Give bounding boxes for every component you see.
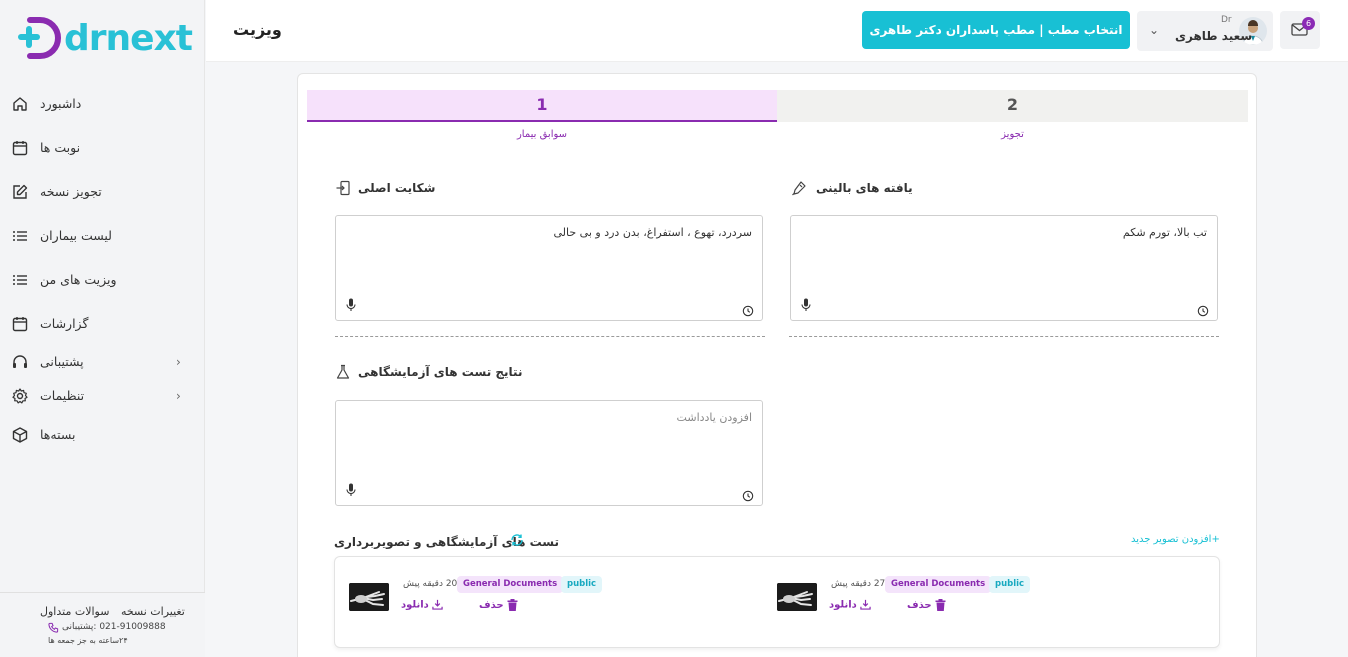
chief-complaint-field[interactable]: سردرد، تهوع ، استفراغ، بدن درد و بی حالی bbox=[335, 215, 763, 321]
history-icon[interactable] bbox=[742, 305, 754, 317]
trash-icon bbox=[507, 599, 518, 611]
section-divider bbox=[335, 336, 765, 337]
trash-icon bbox=[935, 599, 946, 611]
chevron-left-icon: ‹ bbox=[176, 355, 181, 369]
page-title: ویزیت bbox=[233, 20, 282, 39]
visit-card: 1 2 سوابق بیمار تجویز یافته های بالینی ت… bbox=[297, 73, 1257, 657]
support-hours: ۲۴ساعته به جز جمعه ها bbox=[48, 636, 128, 645]
step-tab-history[interactable]: 1 bbox=[307, 90, 777, 122]
sidebar-item-label: بسته‌ها bbox=[40, 427, 76, 442]
changelog-link[interactable]: تغییرات نسخه bbox=[121, 605, 185, 618]
download-icon bbox=[860, 599, 871, 610]
imaging-files-list: 20 دقیقه پیش General Documents public دا… bbox=[334, 556, 1220, 648]
microphone-icon[interactable] bbox=[346, 298, 356, 312]
step-label-prescription: تجویز bbox=[1001, 129, 1024, 140]
calendar-icon bbox=[12, 141, 28, 156]
sidebar-item-label: نوبت ها bbox=[40, 140, 81, 155]
stethoscope-icon bbox=[792, 181, 806, 196]
file-timestamp: 20 دقیقه پیش bbox=[403, 579, 458, 589]
sidebar-item-label: تجویز نسخه bbox=[40, 184, 102, 199]
history-icon[interactable] bbox=[1197, 305, 1209, 317]
xray-thumbnail[interactable] bbox=[349, 583, 389, 611]
user-menu[interactable]: Dr سعید طاهری ⌄ bbox=[1137, 11, 1273, 51]
file-visibility-badge: public bbox=[989, 576, 1031, 593]
logo-text: drnext bbox=[64, 18, 193, 59]
sidebar-item-reports[interactable]: گزارشات bbox=[0, 304, 205, 344]
history-icon[interactable] bbox=[742, 490, 754, 502]
step-tab-prescription[interactable]: 2 bbox=[777, 90, 1248, 122]
home-icon bbox=[13, 97, 27, 111]
clinical-findings-title: یافته های بالینی bbox=[816, 181, 913, 195]
delete-label: حذف bbox=[479, 600, 504, 611]
delete-button[interactable]: حذف bbox=[479, 599, 518, 611]
inbox-button[interactable]: 6 bbox=[1280, 11, 1320, 49]
phone-icon bbox=[48, 622, 59, 633]
clinical-findings-value: تب بالا، تورم شکم bbox=[1122, 226, 1207, 239]
door-enter-icon bbox=[336, 180, 350, 196]
sidebar-item-prescription[interactable]: تجویز نسخه bbox=[0, 172, 205, 212]
microphone-icon[interactable] bbox=[346, 483, 356, 497]
list-icon bbox=[13, 231, 27, 241]
package-icon bbox=[12, 427, 28, 443]
logo-mark-icon bbox=[18, 17, 61, 59]
calendar-icon bbox=[12, 317, 28, 332]
top-bar: ویزیت انتخاب مطب | مطب پاسداران دکتر طاه… bbox=[206, 0, 1348, 62]
sidebar-item-appointments[interactable]: نوبت ها bbox=[0, 128, 205, 168]
sidebar-item-my-visits[interactable]: ویزیت های من bbox=[0, 260, 205, 300]
chevron-down-icon: ⌄ bbox=[1149, 23, 1160, 37]
brand-logo[interactable]: drnext bbox=[16, 14, 196, 66]
sidebar-item-settings[interactable]: تنظیمات ‹ bbox=[0, 376, 205, 416]
file-item: 27 دقیقه پیش General Documents public دا… bbox=[763, 557, 1183, 649]
chevron-left-icon: ‹ bbox=[176, 389, 181, 403]
sidebar-item-label: گزارشات bbox=[40, 316, 89, 331]
faq-link[interactable]: سوالات متداول bbox=[40, 605, 109, 618]
refresh-icon[interactable] bbox=[510, 533, 524, 547]
sidebar-item-label: داشبورد bbox=[40, 96, 82, 111]
lab-results-placeholder: افزودن یادداشت bbox=[676, 411, 752, 424]
gear-icon bbox=[12, 388, 28, 404]
user-name: سعید طاهری bbox=[1175, 29, 1253, 43]
sidebar-item-label: پشتیبانی bbox=[40, 354, 84, 369]
download-icon bbox=[432, 599, 443, 610]
sidebar-item-label: ویزیت های من bbox=[40, 272, 117, 287]
chief-complaint-value: سردرد، تهوع ، استفراغ، بدن درد و بی حالی bbox=[553, 226, 752, 239]
file-category-badge: General Documents bbox=[457, 576, 564, 593]
edit-icon bbox=[13, 184, 28, 199]
select-clinic-button[interactable]: انتخاب مطب | مطب پاسداران دکتر طاهری bbox=[862, 11, 1130, 49]
microphone-icon[interactable] bbox=[801, 298, 811, 312]
file-visibility-badge: public bbox=[561, 576, 603, 593]
sidebar: drnext داشبورد نوبت ها تجویز نسخه لیست ب… bbox=[0, 0, 205, 657]
download-button[interactable]: دانلود bbox=[401, 599, 443, 611]
list-icon bbox=[13, 275, 27, 285]
download-button[interactable]: دانلود bbox=[829, 599, 871, 611]
notification-badge: 6 bbox=[1302, 17, 1315, 30]
add-image-link[interactable]: +افزودن تصویر جدید bbox=[1131, 534, 1220, 545]
sidebar-item-label: تنظیمات bbox=[40, 388, 85, 403]
footer-links: تغییرات نسخه سوالات متداول bbox=[32, 605, 185, 618]
headset-icon bbox=[13, 355, 27, 368]
sidebar-item-label: لیست بیماران bbox=[40, 228, 112, 243]
step-label-history: سوابق بیمار bbox=[516, 129, 568, 140]
flask-icon bbox=[336, 364, 350, 379]
sidebar-item-packages[interactable]: بسته‌ها bbox=[0, 415, 205, 455]
file-category-badge: General Documents bbox=[885, 576, 992, 593]
sidebar-footer: تغییرات نسخه سوالات متداول 021-91009888 … bbox=[0, 592, 205, 657]
clinical-findings-field[interactable]: تب بالا، تورم شکم bbox=[790, 215, 1218, 321]
xray-thumbnail[interactable] bbox=[777, 583, 817, 611]
user-title: Dr bbox=[1221, 15, 1232, 25]
section-divider bbox=[789, 336, 1219, 337]
sidebar-item-dashboard[interactable]: داشبورد bbox=[0, 84, 205, 124]
imaging-section-title: تست های آزمایشگاهی و تصویربرداری bbox=[334, 535, 560, 549]
file-timestamp: 27 دقیقه پیش bbox=[831, 579, 886, 589]
support-phone: 021-91009888 :پشتیبانی bbox=[62, 622, 166, 632]
chief-complaint-title: شکایت اصلی bbox=[358, 181, 436, 195]
delete-button[interactable]: حذف bbox=[907, 599, 946, 611]
lab-results-field[interactable]: افزودن یادداشت bbox=[335, 400, 763, 506]
download-label: دانلود bbox=[829, 599, 857, 611]
sidebar-item-patients[interactable]: لیست بیماران bbox=[0, 216, 205, 256]
lab-results-title: نتایج تست های آزمایشگاهی bbox=[358, 365, 523, 379]
download-label: دانلود bbox=[401, 599, 429, 611]
file-item: 20 دقیقه پیش General Documents public دا… bbox=[335, 557, 755, 649]
delete-label: حذف bbox=[907, 600, 932, 611]
